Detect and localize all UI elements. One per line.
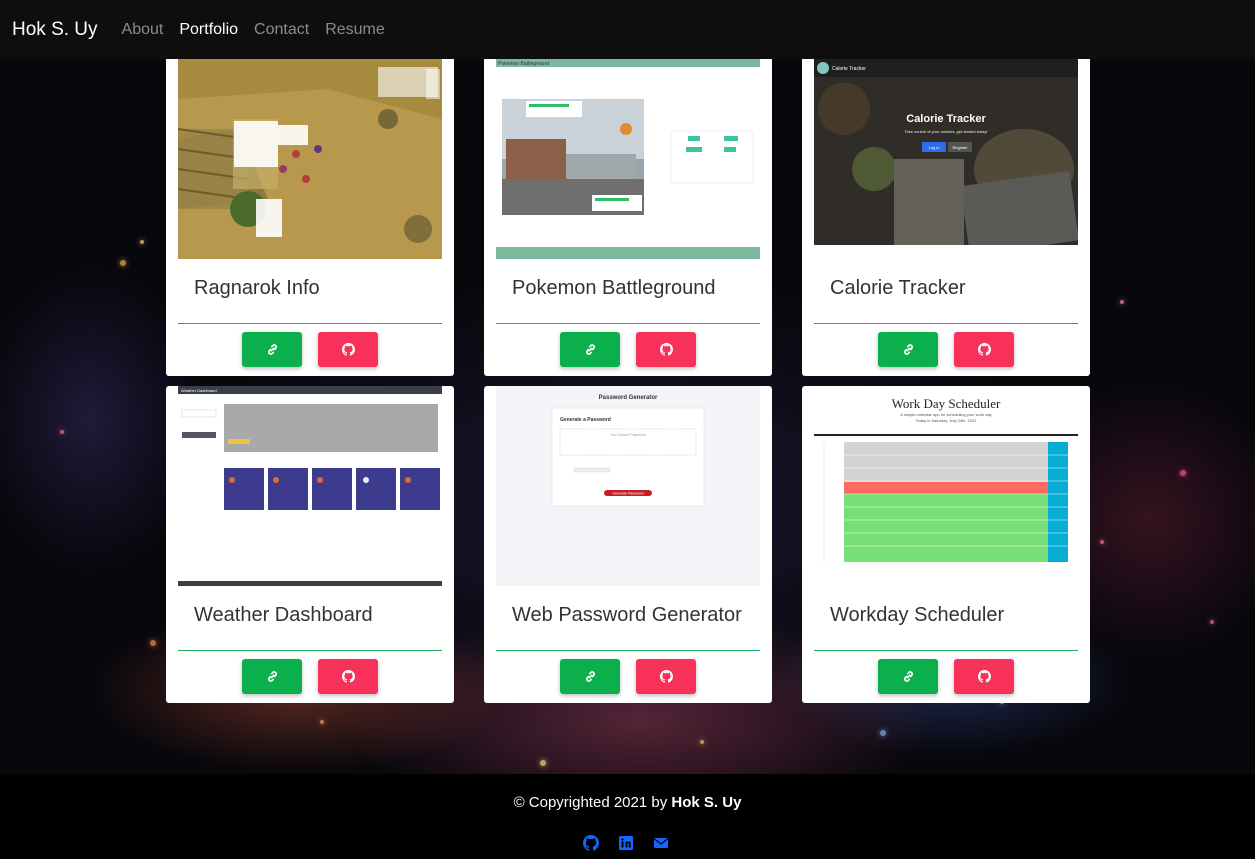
navbar: Hok S. Uy About Portfolio Contact Resume xyxy=(0,0,1255,59)
project-card: Password Generator Generate a Password Y… xyxy=(484,386,772,703)
github-icon xyxy=(977,343,991,356)
link-icon xyxy=(585,671,595,682)
project-card: Ragnarok Info xyxy=(166,59,454,376)
bokeh-dot xyxy=(1210,620,1214,624)
project-title: Web Password Generator xyxy=(512,604,742,626)
live-link-button[interactable] xyxy=(560,659,620,694)
scheduler-subtitle-2: Today is Saturday, July 24th, 2021 xyxy=(916,418,978,423)
project-screenshot[interactable]: Work Day Scheduler A simple calendar app… xyxy=(814,386,1078,586)
project-title: Pokemon Battleground xyxy=(512,277,716,299)
github-icon xyxy=(977,670,991,683)
divider xyxy=(178,323,442,324)
project-title: Weather Dashboard xyxy=(194,604,373,626)
bokeh-dot xyxy=(540,760,546,766)
bokeh-dot xyxy=(880,730,886,736)
bokeh-dot xyxy=(60,430,64,434)
envelope-icon xyxy=(654,838,668,848)
project-screenshot[interactable] xyxy=(178,59,442,259)
github-button[interactable] xyxy=(954,332,1014,367)
scheduler-subtitle-1: A simple calendar app for scheduling you… xyxy=(900,412,991,417)
calorie-login-label: Log in xyxy=(929,145,940,150)
email-social-link[interactable] xyxy=(653,835,669,856)
nav-resume[interactable]: Resume xyxy=(325,21,385,39)
linkedin-social-link[interactable] xyxy=(618,835,634,856)
divider xyxy=(814,323,1078,324)
project-card: Calorie Tracker Calorie Tracker Take con… xyxy=(802,59,1090,376)
nav-portfolio[interactable]: Portfolio xyxy=(179,21,238,39)
divider xyxy=(814,650,1078,651)
link-icon xyxy=(903,344,913,355)
project-title: Workday Scheduler xyxy=(830,604,1005,626)
live-link-button[interactable] xyxy=(560,332,620,367)
bokeh-dot xyxy=(140,240,144,244)
calorie-register-label: Register xyxy=(953,145,969,150)
calorie-app-name: Calorie Tracker xyxy=(832,66,866,72)
password-title: Password Generator xyxy=(599,395,658,401)
github-button[interactable] xyxy=(954,659,1014,694)
project-screenshot[interactable]: Pokemon Battleground xyxy=(496,59,760,259)
calorie-heading: Calorie Tracker xyxy=(906,113,986,125)
pokemon-header-text: Pokemon Battleground xyxy=(498,61,549,67)
copyright-text: © Copyrighted 2021 by xyxy=(513,794,672,811)
github-button[interactable] xyxy=(318,659,378,694)
link-icon xyxy=(267,344,277,355)
github-icon xyxy=(659,670,673,683)
github-button[interactable] xyxy=(636,659,696,694)
bokeh-dot xyxy=(700,740,704,744)
github-button[interactable] xyxy=(318,332,378,367)
project-card: Pokemon Battleground Pokemon Battlegroun xyxy=(484,59,772,376)
github-icon xyxy=(583,835,599,851)
password-placeholder: Your Secure Password xyxy=(610,433,646,437)
nav-about[interactable]: About xyxy=(122,21,164,39)
bokeh-dot xyxy=(1100,540,1104,544)
link-icon xyxy=(903,671,913,682)
github-icon xyxy=(341,670,355,683)
footer: © Copyrighted 2021 by Hok S. Uy xyxy=(0,774,1255,859)
project-screenshot[interactable]: Calorie Tracker Calorie Tracker Take con… xyxy=(814,59,1078,259)
link-icon xyxy=(267,671,277,682)
scheduler-title: Work Day Scheduler xyxy=(892,396,1001,411)
github-button[interactable] xyxy=(636,332,696,367)
project-title: Ragnarok Info xyxy=(194,277,320,299)
github-social-link[interactable] xyxy=(583,835,599,856)
live-link-button[interactable] xyxy=(242,332,302,367)
project-card: Work Day Scheduler A simple calendar app… xyxy=(802,386,1090,703)
github-icon xyxy=(659,343,673,356)
bokeh-dot xyxy=(150,640,156,646)
social-links xyxy=(583,835,669,856)
bokeh-dot xyxy=(1180,470,1186,476)
password-button-label: Generate Password xyxy=(613,492,644,496)
project-screenshot[interactable]: Weather Dashboard xyxy=(178,386,442,586)
divider xyxy=(496,323,760,324)
bokeh-dot xyxy=(120,260,126,266)
copyright-owner: Hok S. Uy xyxy=(671,794,742,811)
live-link-button[interactable] xyxy=(242,659,302,694)
project-screenshot[interactable]: Password Generator Generate a Password Y… xyxy=(496,386,760,586)
project-card: Weather Dashboard Weather Dashboard xyxy=(166,386,454,703)
github-icon xyxy=(341,343,355,356)
live-link-button[interactable] xyxy=(878,659,938,694)
divider xyxy=(178,650,442,651)
calorie-subtitle: Take control of your calories, get start… xyxy=(905,129,988,134)
brand[interactable]: Hok S. Uy xyxy=(12,19,98,41)
weather-header-text: Weather Dashboard xyxy=(181,388,217,393)
link-icon xyxy=(585,344,595,355)
linkedin-icon xyxy=(619,836,633,850)
project-title: Calorie Tracker xyxy=(830,277,966,299)
copyright: © Copyrighted 2021 by Hok S. Uy xyxy=(0,794,1255,811)
bokeh-dot xyxy=(1120,300,1124,304)
portfolio-grid: Ragnarok Info Pokemon Battleground Pokem… xyxy=(166,59,1090,703)
divider xyxy=(496,650,760,651)
bokeh-dot xyxy=(320,720,324,724)
password-card-title: Generate a Password xyxy=(560,417,611,423)
nav-contact[interactable]: Contact xyxy=(254,21,309,39)
live-link-button[interactable] xyxy=(878,332,938,367)
